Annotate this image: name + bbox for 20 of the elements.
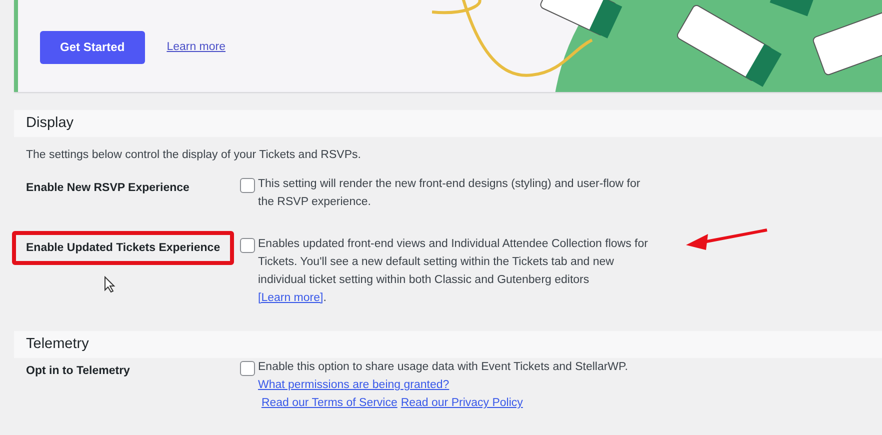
cursor-icon bbox=[104, 276, 116, 293]
section-header: Display bbox=[14, 110, 882, 137]
help-link[interactable]: [Learn more] bbox=[258, 292, 324, 304]
get-started-button[interactable]: Get Started bbox=[40, 30, 145, 64]
help-link[interactable]: Read our Privacy Policy bbox=[400, 397, 523, 409]
setting-label: Opt in to Telemetry bbox=[25, 364, 131, 379]
help-link[interactable]: What permissions are being granted? bbox=[258, 379, 450, 391]
setting-description: This setting will render the new front-end designs (styling) and user-flow for the RSVP experience. bbox=[258, 177, 642, 210]
setting-description: Enables updated front-end views and Individual Attendee Collection flows for Tickets. You'll see a new default setting within the Tickets tab and new individual ticket setting within both Classic and Gutenberg editors [Learn more]. bbox=[258, 237, 649, 306]
arrow-icon bbox=[684, 228, 768, 252]
section-header: Telemetry bbox=[14, 331, 882, 358]
help-link[interactable]: Read our Terms of Service bbox=[261, 397, 398, 409]
checkbox[interactable] bbox=[240, 178, 255, 193]
checkbox[interactable] bbox=[240, 361, 255, 376]
setting-label: Enable New RSVP Experience bbox=[25, 181, 190, 196]
checkbox[interactable] bbox=[240, 238, 255, 253]
setting-label: Enable Updated Tickets Experience bbox=[12, 231, 234, 265]
section-description: The settings below control the display of your Tickets and RSVPs. bbox=[26, 149, 362, 161]
setting-description: Enable this option to share usage data with Event Tickets and StellarWP. What permissions are being granted? Read our Terms of Service Read our Privacy Policy bbox=[258, 360, 629, 411]
learn-more-link[interactable]: Learn more bbox=[166, 41, 226, 53]
